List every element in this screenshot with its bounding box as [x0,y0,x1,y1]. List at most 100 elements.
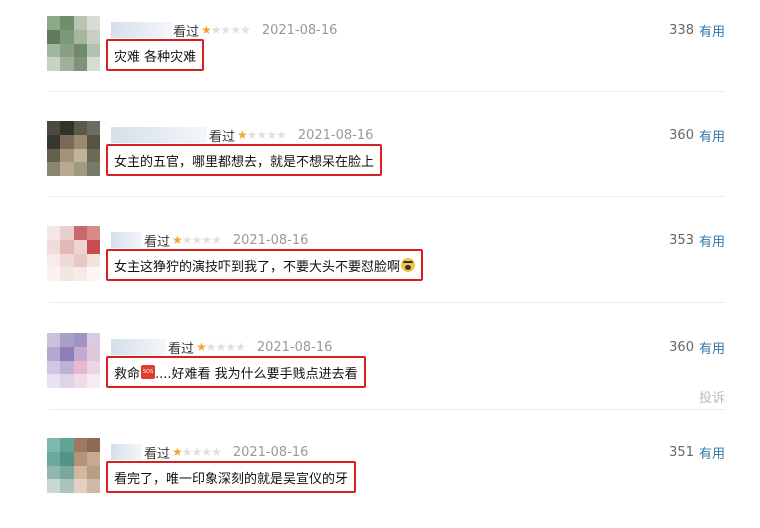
avatar-pixel [73,253,87,268]
useful-vote: 351 有用 [669,443,725,462]
comment-text-content-tail: ....好难看 我为什么要手贱点进去看 [155,366,358,382]
avatar[interactable] [47,16,100,71]
avatar-pixel [73,267,87,281]
comment-meta: 看过 ★ ★ ★ ★ ★ 2021-08-16 [173,21,338,40]
avatar-pixel [73,134,87,149]
star-empty-icon: ★ [211,233,222,247]
star-empty-icon: ★ [235,340,246,354]
username-blurred[interactable] [111,127,207,143]
avatar-pixel [47,162,61,176]
avatar-pixel [60,465,74,480]
rating-stars: ★ ★ ★ ★ ★ [172,233,222,247]
avatar-pixel [86,360,100,375]
avatar-pixel [73,121,87,135]
star-empty-icon: ★ [276,128,287,142]
avatar-pixel [86,57,100,71]
avatar-pixel [86,451,100,466]
avatar-pixel [47,374,61,388]
star-empty-icon: ★ [191,445,203,459]
username-blurred[interactable] [111,22,172,38]
star-empty-icon: ★ [201,233,212,247]
useful-count: 338 [669,22,694,38]
watch-status: 看过 [168,341,195,357]
avatar-pixel [47,360,61,375]
star-empty-icon: ★ [201,445,212,459]
useful-button[interactable]: 有用 [699,21,725,40]
avatar-pixel [47,29,61,44]
avatar[interactable] [47,226,100,281]
avatar-pixel [73,479,87,493]
username-blurred[interactable] [111,232,142,248]
comment-meta: 看过 ★ ★ ★ ★ ★ 2021-08-16 [209,126,374,145]
watch-status: 看过 [144,446,171,462]
avatar-pixel [47,346,61,361]
useful-button[interactable]: 有用 [699,231,725,250]
comment-text: 看完了，唯一印象深刻的就是吴宣仪的牙 [106,461,357,493]
avatar-pixel [47,479,61,493]
comment-item: 看过 ★ ★ ★ ★ ★ 2021-08-16 360 有用 救命 SOS ....好难… [0,317,760,423]
useful-button[interactable]: 有用 [699,126,725,145]
rating-stars: ★ ★ ★ ★ ★ [201,24,251,36]
avatar-pixel [60,57,74,71]
useful-button[interactable]: 有用 [699,338,725,357]
star-filled-icon: ★ [172,233,183,247]
comment-item: 看过 ★ ★ ★ ★ ★ 2021-08-16 353 有用 女主这狰狞的演技吓到我了，… [0,210,760,316]
avatar[interactable] [47,121,100,176]
comment-text-content: 女主的五官，哪里都想去，就是不想呆在脸上 [114,154,375,170]
comment-date: 2021-08-16 [261,22,338,38]
divider [49,196,725,197]
avatar-pixel [60,346,74,361]
avatar-pixel [86,267,100,281]
star-empty-icon: ★ [181,445,193,459]
avatar-pixel [73,465,87,480]
avatar-pixel [86,253,100,268]
comment-date: 2021-08-16 [232,232,309,248]
avatar-pixel [73,438,87,452]
avatar-pixel [73,346,87,361]
avatar-pixel [60,333,74,347]
avatar-pixel [73,162,87,176]
avatar-pixel [47,16,61,30]
useful-button[interactable]: 有用 [699,443,725,462]
avatar[interactable] [47,333,100,388]
avatar-pixel [47,148,61,163]
avatar-pixel [47,267,61,281]
avatar-pixel [73,29,87,44]
avatar-pixel [47,333,61,347]
avatar-pixel [86,162,100,176]
avatar-pixel [60,162,74,176]
avatar-pixel [86,333,100,347]
avatar[interactable] [47,438,100,493]
avatar-pixel [86,16,100,30]
avatar-pixel [86,134,100,149]
avatar-pixel [73,57,87,71]
avatar-pixel [60,253,74,268]
sos-icon: SOS [141,365,156,379]
comment-date: 2021-08-16 [297,127,374,143]
avatar-pixel [47,134,61,149]
avatar-pixel [60,43,74,58]
avatar-pixel [60,148,74,163]
avatar-pixel [73,360,87,375]
username-blurred[interactable] [111,339,166,355]
avatar-pixel [47,226,61,240]
avatar-pixel [60,16,74,30]
avatar-pixel [47,57,61,71]
comment-text-content: 灾难 各种灾难 [114,49,197,65]
star-empty-icon: ★ [215,340,227,354]
username-blurred[interactable] [111,444,142,460]
avatar-pixel [73,333,87,347]
avatar-pixel [60,360,74,375]
avatar-pixel [60,479,74,493]
divider [49,409,725,410]
comment-date: 2021-08-16 [256,339,333,355]
avatar-pixel [86,226,100,240]
star-filled-icon: ★ [172,445,183,459]
useful-count: 353 [669,232,694,248]
avatar-pixel [86,121,100,135]
avatar-pixel [60,374,74,388]
report-link[interactable]: 投诉 [699,387,725,406]
avatar-pixel [86,239,100,254]
star-filled-icon: ★ [237,128,248,142]
avatar-pixel [86,479,100,493]
